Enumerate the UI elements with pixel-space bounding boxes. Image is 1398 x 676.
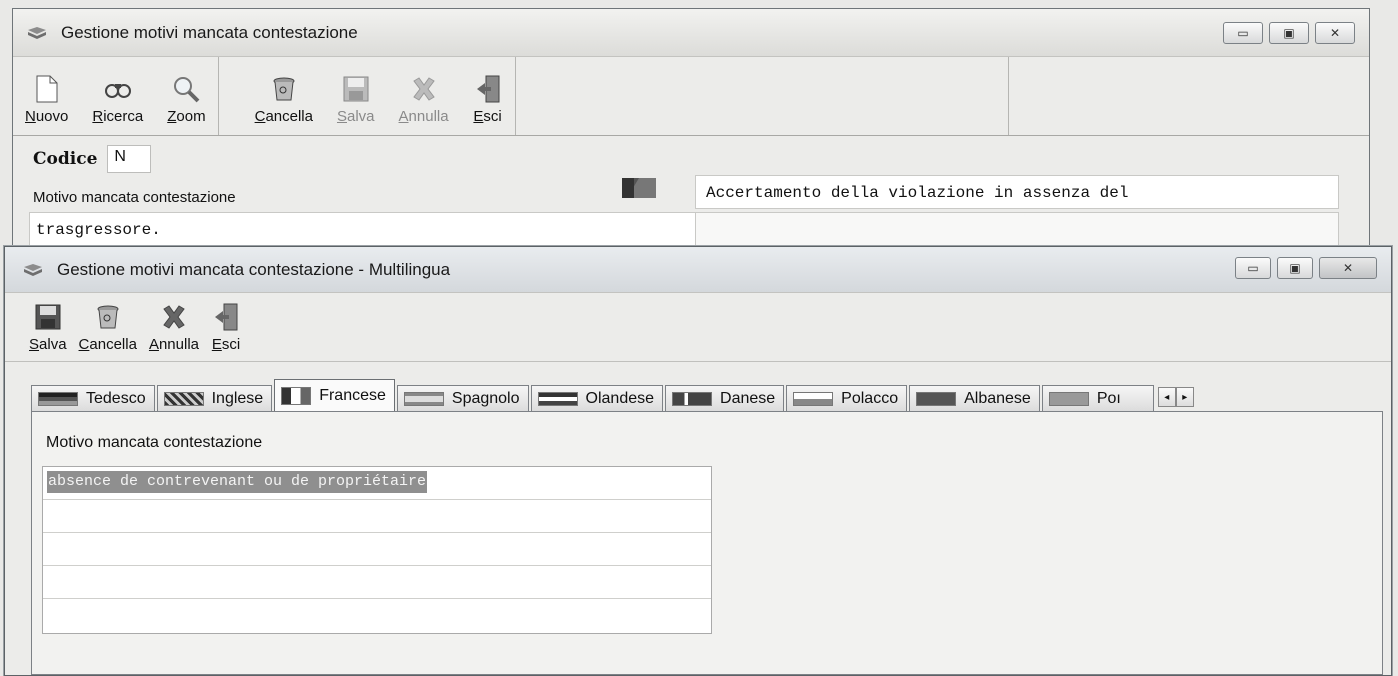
new-document-icon <box>32 74 62 104</box>
spain-flag-icon <box>403 391 444 406</box>
ml-annulla-button[interactable]: Annulla <box>143 302 205 353</box>
tab-francese[interactable]: Francese <box>274 379 395 411</box>
minimize-button[interactable]: ▭ <box>1223 22 1263 44</box>
close-button[interactable]: ✕ <box>1319 257 1377 279</box>
toolbar-right-panel <box>1008 57 1369 135</box>
floppy-icon <box>341 74 371 104</box>
minimize-button[interactable]: ▭ <box>1235 257 1271 279</box>
tab-olandese[interactable]: Olandese <box>530 385 664 411</box>
nuovo-button[interactable]: Nuovo <box>13 74 80 125</box>
trash-icon <box>93 302 123 332</box>
main-titlebar[interactable]: Gestione motivi mancata contestazione ▭ … <box>13 9 1369 57</box>
language-tabs: Tedesco Inglese Francese Spagnolo Olande… <box>31 379 1373 411</box>
tab-polacco[interactable]: Polacco <box>786 385 908 411</box>
tab-scroll-right-icon[interactable]: ▸ <box>1175 387 1194 407</box>
maximize-button[interactable]: ▣ <box>1269 22 1309 44</box>
france-flag-icon <box>281 386 312 405</box>
codice-field[interactable]: N <box>107 145 152 173</box>
minimize-icon: ▭ <box>1247 261 1259 275</box>
multilingua-toolbar: Salva Cancella Annulla Esci <box>5 293 1391 362</box>
albania-flag-icon <box>916 391 957 406</box>
multilingua-window-title: Gestione motivi mancata contestazione - … <box>57 259 451 279</box>
ml-cancella-button[interactable]: Cancella <box>73 302 143 353</box>
cancella-button[interactable]: Cancella <box>243 74 325 125</box>
tab-danese[interactable]: Danese <box>665 385 785 411</box>
toolbar-group-edit: Cancella Salva Annulla Esci <box>219 57 516 135</box>
cancel-x-icon <box>159 302 189 332</box>
app-icon <box>27 26 47 40</box>
exit-door-icon <box>211 302 241 332</box>
close-icon: ✕ <box>1329 26 1341 40</box>
ml-salva-button[interactable]: Salva <box>23 302 73 353</box>
maximize-icon: ▣ <box>1289 261 1301 275</box>
ml-text-line <box>43 500 711 533</box>
portugal-flag-icon <box>1048 391 1089 406</box>
tab-spagnolo[interactable]: Spagnolo <box>396 385 529 411</box>
motivo-label: Motivo mancata contestazione <box>33 189 236 206</box>
magnifier-icon <box>171 74 201 104</box>
descrizione-field-line2[interactable]: trasgressore. <box>29 212 697 246</box>
salva-button[interactable]: Salva <box>325 74 387 125</box>
poland-flag-icon <box>793 391 834 406</box>
codice-row: Codice N <box>33 145 152 173</box>
descrizione-field-line1[interactable]: Accertamento della violazione in assenza… <box>695 175 1339 209</box>
ricerca-button[interactable]: Ricerca <box>80 74 155 125</box>
toolbar-group-nav: Nuovo Ricerca Zoom <box>13 57 219 135</box>
tab-portoghese[interactable]: Poı <box>1041 385 1154 411</box>
trash-icon <box>269 74 299 104</box>
tab-albanese[interactable]: Albanese <box>909 385 1040 411</box>
selected-text: absence de contrevenant ou de propriétai… <box>47 471 428 493</box>
descrizione-field-extra[interactable] <box>695 212 1339 246</box>
maximize-button[interactable]: ▣ <box>1277 257 1313 279</box>
tab-tedesco[interactable]: Tedesco <box>31 385 155 411</box>
germany-flag-icon <box>38 391 78 406</box>
app-icon <box>23 263 43 277</box>
multilingua-toolbar-group: Salva Cancella Annulla Esci <box>5 293 247 361</box>
minimize-icon: ▭ <box>1237 26 1249 40</box>
close-icon: ✕ <box>1342 261 1354 275</box>
ml-motivo-textarea[interactable]: absence de contrevenant ou de propriétai… <box>42 466 712 634</box>
netherlands-flag-icon <box>537 391 578 406</box>
uk-flag-icon <box>163 391 204 406</box>
cancel-x-icon <box>409 74 439 104</box>
tab-inglese[interactable]: Inglese <box>156 385 273 411</box>
tab-scroll-arrows: ◂ ▸ <box>1157 387 1194 407</box>
annulla-button[interactable]: Annulla <box>387 74 461 125</box>
esci-button[interactable]: Esci <box>461 74 515 125</box>
multilingual-flag-icon[interactable] <box>621 177 657 204</box>
ml-text-line <box>43 599 711 632</box>
binoculars-icon <box>103 74 133 104</box>
ml-text-line: absence de contrevenant ou de propriétai… <box>43 467 711 500</box>
exit-door-icon <box>473 74 503 104</box>
maximize-icon: ▣ <box>1283 26 1295 40</box>
zoom-button[interactable]: Zoom <box>155 74 217 125</box>
close-button[interactable]: ✕ <box>1315 22 1355 44</box>
ml-text-line <box>43 533 711 566</box>
multilingua-window: Gestione motivi mancata contestazione - … <box>4 246 1392 676</box>
multilingua-titlebar[interactable]: Gestione motivi mancata contestazione - … <box>5 247 1391 293</box>
floppy-icon <box>33 302 63 332</box>
tab-scroll-left-icon[interactable]: ◂ <box>1157 387 1176 407</box>
main-toolbar: Nuovo Ricerca Zoom Cancella Salva Annull… <box>13 57 1369 136</box>
main-window: Gestione motivi mancata contestazione ▭ … <box>12 8 1370 258</box>
ml-motivo-label: Motivo mancata contestazione <box>46 434 263 451</box>
tab-panel-francese: Motivo mancata contestazione absence de … <box>31 411 1383 675</box>
codice-label: Codice <box>33 149 98 169</box>
denmark-flag-icon <box>672 391 713 406</box>
ml-text-line <box>43 566 711 599</box>
main-window-title: Gestione motivi mancata contestazione <box>61 22 358 42</box>
ml-esci-button[interactable]: Esci <box>205 302 247 353</box>
toolbar-empty-area <box>516 57 1008 135</box>
